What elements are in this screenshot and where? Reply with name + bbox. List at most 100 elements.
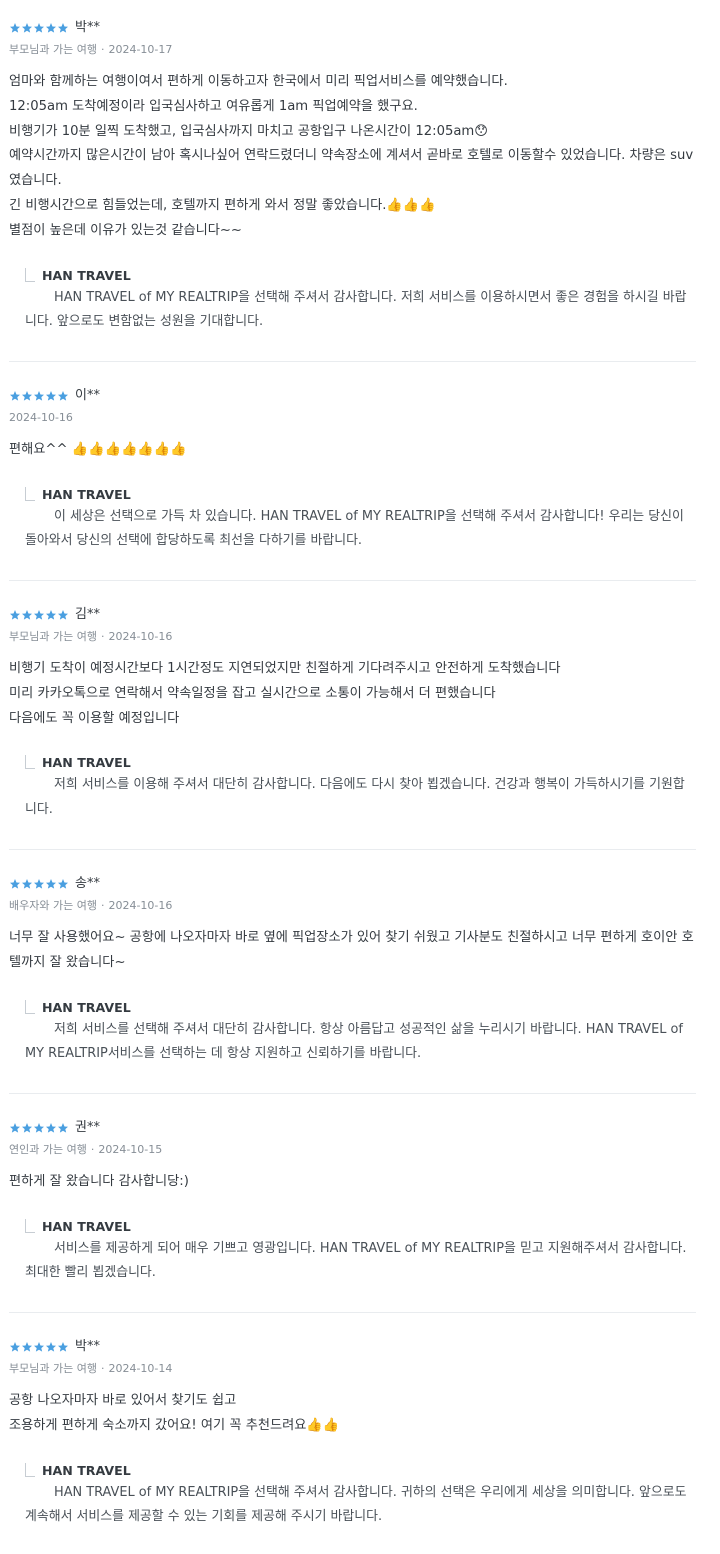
host-reply: HAN TRAVEL 서비스를 제공하게 되어 매우 기쁘고 영광입니다. HA… — [9, 1218, 696, 1286]
review-list: 박** 부모님과 가는 여행 · 2024-10-17 엄마와 함께하는 여행이여서… — [0, 0, 720, 1554]
reviewer-name: 박** — [75, 20, 100, 35]
meta-separator: · — [100, 630, 105, 643]
star-icon — [45, 609, 57, 621]
host-reply: HAN TRAVEL HAN TRAVEL of MY REALTRIP을 선택… — [9, 1462, 696, 1530]
host-reply: HAN TRAVEL HAN TRAVEL of MY REALTRIP을 선택… — [9, 267, 696, 335]
reply-author: HAN TRAVEL — [42, 486, 131, 502]
star-icon — [9, 609, 21, 621]
meta-separator: · — [100, 899, 105, 912]
meta-separator: · — [100, 43, 105, 56]
star-icon — [33, 1341, 45, 1353]
review-header: 권** — [9, 1119, 696, 1137]
reply-corner-icon — [25, 1218, 35, 1233]
review-date: 2024-10-17 — [108, 43, 173, 56]
star-icon — [33, 878, 45, 890]
reply-corner-icon — [25, 486, 35, 501]
trip-type: 부모님과 가는 여행 — [9, 43, 97, 56]
star-icon — [21, 609, 33, 621]
review-header: 박** — [9, 1338, 696, 1356]
review-header: 이** — [9, 387, 696, 405]
reply-text: HAN TRAVEL of MY REALTRIP을 선택해 주셔서 감사합니다… — [25, 289, 687, 330]
review-item: 권** 연인과 가는 여행 · 2024-10-15 편하게 잘 왔습니다 감사합니… — [9, 1094, 696, 1313]
star-icon — [9, 878, 21, 890]
review-meta: 부모님과 가는 여행 · 2024-10-16 — [9, 629, 696, 644]
review-item: 김** 부모님과 가는 여행 · 2024-10-16 비행기 도착이 예정시간보다… — [9, 581, 696, 850]
reply-text: 서비스를 제공하게 되어 매우 기쁘고 영광입니다. HAN TRAVEL of… — [25, 1240, 687, 1281]
host-reply: HAN TRAVEL 이 세상은 선택으로 가득 차 있습니다. HAN TRA… — [9, 486, 696, 554]
star-icon — [33, 22, 45, 34]
review-meta: 2024-10-16 — [9, 410, 696, 425]
host-reply: HAN TRAVEL 저희 서비스를 선택해 주셔서 대단히 감사합니다. 항상… — [9, 999, 696, 1067]
reviewer-name: 김** — [75, 607, 100, 622]
reply-corner-icon — [25, 1462, 35, 1477]
reviewer-name: 이** — [75, 388, 100, 403]
review-item: 이** 2024-10-16 편해요^^ 👍👍👍👍👍👍👍 HAN TRAVEL … — [9, 362, 696, 581]
star-icon — [21, 878, 33, 890]
star-icon — [9, 1122, 21, 1134]
star-icon — [9, 390, 21, 402]
review-item: 박** 부모님과 가는 여행 · 2024-10-17 엄마와 함께하는 여행이여서… — [9, 0, 696, 362]
reply-author: HAN TRAVEL — [42, 999, 131, 1015]
review-header: 박** — [9, 19, 696, 37]
star-icon — [45, 390, 57, 402]
reply-corner-icon — [25, 755, 35, 770]
reply-author: HAN TRAVEL — [42, 755, 131, 771]
trip-type: 부모님과 가는 여행 — [9, 1362, 97, 1375]
reply-text: 저희 서비스를 이용해 주셔서 대단히 감사합니다. 다음에도 다시 찾아 뵙겠… — [25, 777, 685, 817]
star-icon — [21, 1122, 33, 1134]
star-icon — [57, 878, 69, 890]
star-icon — [9, 1341, 21, 1353]
reply-text: HAN TRAVEL of MY REALTRIP을 선택해 주셔서 감사합니다… — [25, 1484, 687, 1525]
review-meta: 부모님과 가는 여행 · 2024-10-14 — [9, 1361, 696, 1376]
star-icon — [21, 1341, 33, 1353]
review-header: 송** — [9, 875, 696, 893]
reply-corner-icon — [25, 999, 35, 1014]
review-meta: 부모님과 가는 여행 · 2024-10-17 — [9, 42, 696, 57]
star-rating — [9, 1121, 69, 1135]
star-icon — [45, 1341, 57, 1353]
review-item: 송** 배우자와 가는 여행 · 2024-10-16 너무 잘 사용했어요~ 공항… — [9, 850, 696, 1094]
star-rating — [9, 389, 69, 403]
star-icon — [33, 1122, 45, 1134]
star-rating — [9, 608, 69, 622]
star-icon — [21, 22, 33, 34]
star-rating — [9, 21, 69, 35]
star-icon — [33, 390, 45, 402]
review-body: 편해요^^ 👍👍👍👍👍👍👍 — [9, 442, 187, 457]
star-icon — [45, 878, 57, 890]
star-icon — [9, 22, 21, 34]
review-body: 편하게 잘 왔습니다 감사합니당:) — [9, 1174, 189, 1189]
star-icon — [57, 22, 69, 34]
star-icon — [21, 390, 33, 402]
reply-text: 이 세상은 선택으로 가득 차 있습니다. HAN TRAVEL of MY R… — [25, 508, 684, 549]
star-icon — [57, 1122, 69, 1134]
reply-author: HAN TRAVEL — [42, 267, 131, 283]
star-icon — [57, 609, 69, 621]
reply-text: 저희 서비스를 선택해 주셔서 대단히 감사합니다. 항상 아름답고 성공적인 … — [25, 1021, 683, 1062]
star-icon — [33, 609, 45, 621]
review-item: 박** 부모님과 가는 여행 · 2024-10-14 공항 나오자마자 바로 있어… — [9, 1313, 696, 1554]
star-icon — [57, 390, 69, 402]
review-body: 엄마와 함께하는 여행이여서 편하게 이동하고자 한국에서 미리 픽업서비스를 … — [9, 74, 694, 238]
review-date: 2024-10-14 — [108, 1362, 173, 1375]
review-date: 2024-10-16 — [108, 899, 173, 912]
reviewer-name: 송** — [75, 876, 100, 891]
star-icon — [57, 1341, 69, 1353]
reply-author: HAN TRAVEL — [42, 1462, 131, 1478]
star-icon — [45, 22, 57, 34]
reply-author: HAN TRAVEL — [42, 1218, 131, 1234]
meta-separator: · — [90, 1143, 95, 1156]
star-rating — [9, 1340, 69, 1354]
star-icon — [45, 1122, 57, 1134]
reviewer-name: 권** — [75, 1120, 100, 1135]
trip-type: 연인과 가는 여행 — [9, 1143, 87, 1156]
review-meta: 배우자와 가는 여행 · 2024-10-16 — [9, 898, 696, 913]
review-body: 너무 잘 사용했어요~ 공항에 나오자마자 바로 옆에 픽업장소가 있어 찾기 … — [9, 930, 694, 970]
review-date: 2024-10-16 — [108, 630, 173, 643]
review-body: 비행기 도착이 예정시간보다 1시간정도 지연되었지만 친절하게 기다려주시고 … — [9, 661, 561, 726]
star-rating — [9, 877, 69, 891]
reviewer-name: 박** — [75, 1339, 100, 1354]
review-date: 2024-10-16 — [9, 411, 73, 424]
trip-type: 배우자와 가는 여행 — [9, 899, 97, 912]
review-body: 공항 나오자마자 바로 있어서 찾기도 쉽고 조용하게 편하게 숙소까지 갔어요… — [9, 1393, 340, 1433]
